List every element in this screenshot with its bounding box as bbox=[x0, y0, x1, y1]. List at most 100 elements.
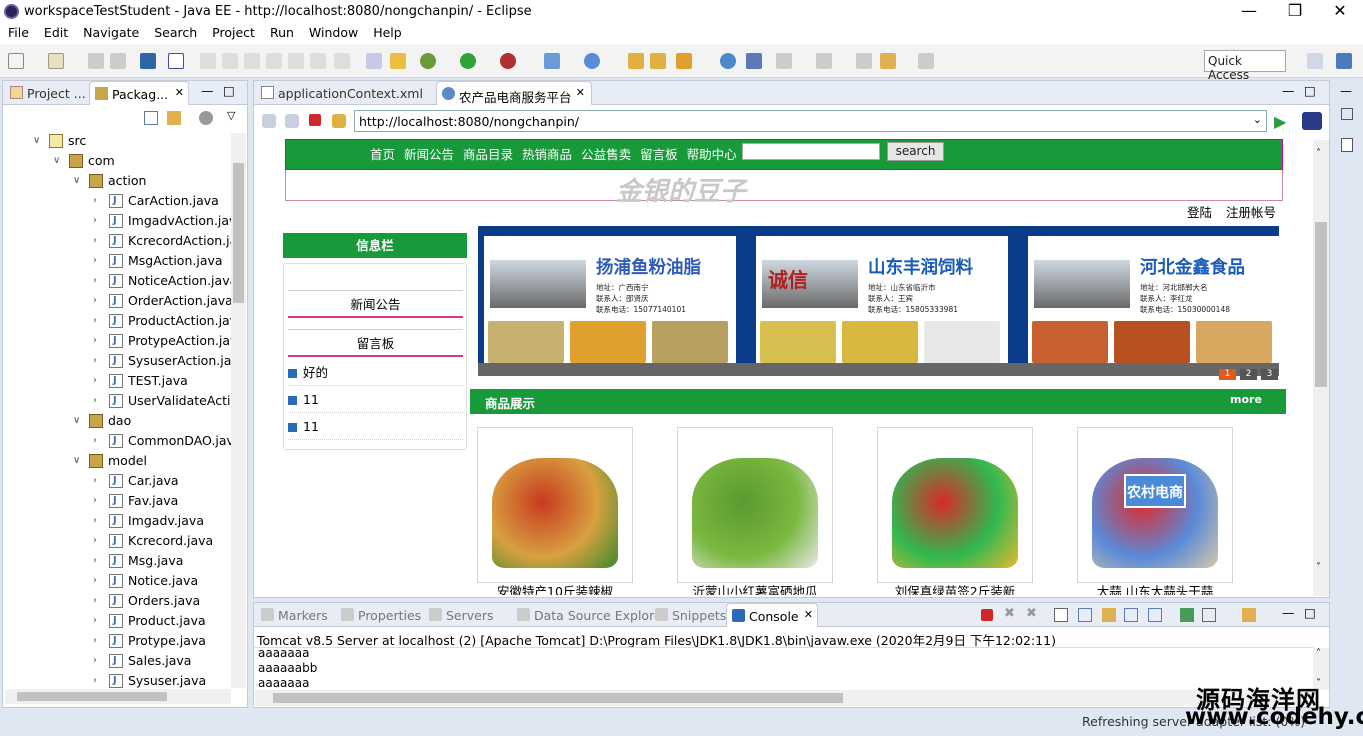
chevron-down-icon[interactable]: ∨ bbox=[73, 411, 85, 431]
collapse-all-icon[interactable] bbox=[144, 111, 158, 125]
new-wizard-icon[interactable] bbox=[48, 53, 64, 69]
show-stdout-icon[interactable] bbox=[1124, 608, 1138, 622]
scroll-thumb[interactable] bbox=[17, 692, 167, 701]
save-all-icon[interactable] bbox=[110, 53, 126, 69]
tree-item[interactable]: › ProtypeAction.java bbox=[93, 331, 233, 351]
chevron-right-icon[interactable]: › bbox=[93, 611, 105, 631]
tab-servers[interactable]: Servers bbox=[424, 603, 500, 627]
annotation-icon[interactable] bbox=[746, 53, 762, 69]
tree-item[interactable]: › NoticeAction.java bbox=[93, 271, 233, 291]
remove-launch-icon[interactable]: ✖ bbox=[1004, 606, 1015, 621]
terminate-icon[interactable] bbox=[244, 53, 260, 69]
maximize-view-icon[interactable]: □ bbox=[1304, 83, 1316, 98]
close-button[interactable]: ✕ bbox=[1317, 0, 1363, 24]
next-annotation-icon[interactable] bbox=[776, 53, 792, 69]
tab-application-context[interactable]: applicationContext.xml bbox=[256, 81, 429, 105]
tab-web-browser[interactable]: 农产品电商服务平台 ✕ bbox=[436, 81, 592, 105]
search-tool-icon[interactable] bbox=[676, 53, 692, 69]
close-tab-icon[interactable]: ✕ bbox=[576, 86, 585, 99]
tree-item[interactable]: ∨ com bbox=[53, 151, 233, 171]
url-dropdown-icon[interactable]: ⌄ bbox=[1253, 113, 1262, 126]
nav-hot[interactable]: 热销商品 bbox=[522, 147, 572, 162]
tree-item[interactable]: › Fav.java bbox=[93, 491, 233, 511]
login-link[interactable]: 登陆 bbox=[1187, 202, 1212, 221]
tab-data-source-explorer[interactable]: Data Source Explorer bbox=[512, 603, 673, 627]
chevron-right-icon[interactable]: › bbox=[93, 631, 105, 651]
chevron-right-icon[interactable]: › bbox=[93, 551, 105, 571]
maximize-view-icon[interactable]: □ bbox=[1304, 605, 1316, 620]
chevron-down-icon[interactable]: ∨ bbox=[73, 451, 85, 471]
step-over-icon[interactable] bbox=[288, 53, 304, 69]
browser-url-field[interactable]: http://localhost:8080/nongchanpin/ ⌄ bbox=[354, 110, 1267, 132]
chevron-right-icon[interactable]: › bbox=[93, 271, 105, 291]
chevron-right-icon[interactable]: › bbox=[93, 571, 105, 591]
product-image[interactable] bbox=[477, 427, 633, 583]
product-image[interactable] bbox=[877, 427, 1033, 583]
chevron-right-icon[interactable]: › bbox=[93, 651, 105, 671]
product-image[interactable] bbox=[677, 427, 833, 583]
chevron-right-icon[interactable]: › bbox=[93, 291, 105, 311]
tree-item[interactable]: ∨ src bbox=[33, 133, 233, 151]
chevron-right-icon[interactable]: › bbox=[93, 511, 105, 531]
open-type-icon[interactable] bbox=[628, 53, 644, 69]
chevron-right-icon[interactable]: › bbox=[93, 471, 105, 491]
nav-help[interactable]: 帮助中心 bbox=[687, 147, 737, 162]
globe-icon[interactable] bbox=[720, 53, 736, 69]
product-name[interactable]: 大蒜 山东大蒜头干蒜 bbox=[1060, 581, 1250, 595]
scroll-up-icon[interactable]: ˄ bbox=[1316, 148, 1321, 159]
javaee-perspective-icon[interactable] bbox=[1336, 53, 1352, 69]
tree-item[interactable]: › Sales.java bbox=[93, 651, 233, 671]
forward-icon[interactable] bbox=[918, 53, 934, 69]
mark-occurrences-icon[interactable] bbox=[390, 53, 406, 69]
browser-vscrollbar[interactable]: ˄ ˅ bbox=[1313, 140, 1329, 596]
nav-catalog[interactable]: 商品目录 bbox=[463, 147, 513, 162]
scroll-thumb[interactable] bbox=[1315, 222, 1327, 387]
last-edit-icon[interactable] bbox=[856, 53, 872, 69]
new-icon[interactable] bbox=[8, 53, 24, 69]
drop-frame-icon[interactable] bbox=[334, 53, 350, 69]
prev-annotation-icon[interactable] bbox=[816, 53, 832, 69]
terminal-icon[interactable] bbox=[140, 53, 156, 69]
tree-item[interactable]: › Orders.java bbox=[93, 591, 233, 611]
tree-item[interactable]: › SysuserAction.java bbox=[93, 351, 233, 371]
browser-refresh-icon[interactable] bbox=[332, 114, 346, 128]
chevron-down-icon[interactable]: ∨ bbox=[73, 171, 85, 191]
go-icon[interactable]: ▶ bbox=[1274, 112, 1286, 131]
clear-console-icon[interactable] bbox=[1054, 608, 1068, 622]
browser-back-icon[interactable] bbox=[262, 114, 276, 128]
task-list-icon[interactable] bbox=[1341, 138, 1353, 152]
tab-properties[interactable]: Properties bbox=[336, 603, 427, 627]
focus-icon[interactable] bbox=[199, 111, 213, 125]
console-hscrollbar[interactable] bbox=[255, 690, 1313, 706]
maximize-view-icon[interactable]: □ bbox=[223, 83, 235, 98]
menu-search[interactable]: Search bbox=[146, 24, 204, 40]
tree-vscrollbar[interactable] bbox=[231, 133, 246, 688]
tree-item[interactable]: › Car.java bbox=[93, 471, 233, 491]
minimize-button[interactable]: — bbox=[1226, 0, 1272, 24]
tree-item[interactable]: › ProductAction.java bbox=[93, 311, 233, 331]
chevron-right-icon[interactable]: › bbox=[93, 231, 105, 251]
tree-item[interactable]: › Kcrecord.java bbox=[93, 531, 233, 551]
open-task-icon[interactable] bbox=[650, 53, 666, 69]
step-into-icon[interactable] bbox=[266, 53, 282, 69]
scroll-down-icon[interactable]: ˅ bbox=[1316, 562, 1321, 573]
menu-navigate[interactable]: Navigate bbox=[75, 24, 146, 40]
scroll-up-icon[interactable]: ˄ bbox=[1316, 648, 1321, 659]
outline-icon[interactable] bbox=[1341, 108, 1353, 120]
debug-icon[interactable] bbox=[420, 53, 436, 69]
back-icon[interactable] bbox=[880, 53, 896, 69]
scroll-thumb[interactable] bbox=[273, 693, 843, 703]
menu-run[interactable]: Run bbox=[262, 24, 301, 40]
tab-project-explorer[interactable]: Project ... bbox=[5, 81, 92, 105]
run-tools-icon[interactable] bbox=[500, 53, 516, 69]
display-console-icon[interactable] bbox=[1202, 608, 1216, 622]
skip-breakpoints-icon[interactable] bbox=[168, 53, 184, 69]
scroll-thumb[interactable] bbox=[233, 163, 244, 303]
chevron-down-icon[interactable]: ∨ bbox=[33, 133, 45, 151]
run-icon[interactable] bbox=[460, 53, 476, 69]
minimize-view-icon[interactable]: — bbox=[1282, 83, 1295, 98]
chevron-down-icon[interactable]: ∨ bbox=[53, 151, 65, 171]
link-editor-icon[interactable] bbox=[167, 111, 181, 125]
chevron-right-icon[interactable]: › bbox=[93, 491, 105, 511]
tree-item[interactable]: › CommonDAO.java bbox=[93, 431, 233, 451]
